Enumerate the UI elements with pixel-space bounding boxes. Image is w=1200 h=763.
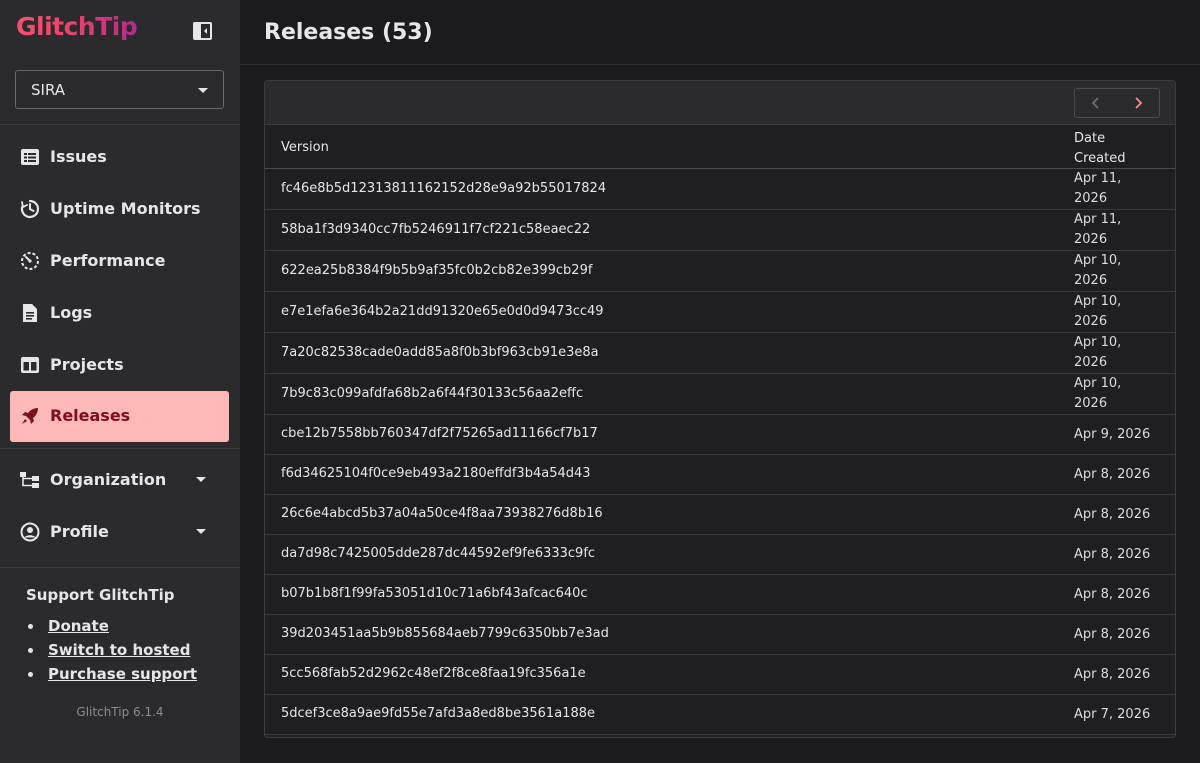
table-row[interactable]: 26c6e4abcd5b37a04a50ce4f8aa73938276d8b16… — [265, 495, 1175, 535]
release-version-link[interactable]: 58ba1f3d9340cc7fb5246911f7cf221c58eaec22 — [281, 222, 590, 237]
release-date: Apr 11, 2026 — [1074, 171, 1122, 206]
support-heading: Support GlitchTip — [26, 586, 175, 604]
sidebar-item-label: Profile — [50, 522, 109, 541]
sidebar-item-profile[interactable]: Profile — [10, 507, 229, 557]
header-divider — [240, 64, 1200, 65]
table-row[interactable]: e7e1efa6e364b2a21dd91320e65e0d0d9473cc49… — [265, 292, 1175, 333]
column-header-version[interactable]: Version — [281, 140, 329, 155]
chevron-down-icon — [198, 88, 208, 93]
table-toolbar — [265, 81, 1175, 125]
release-date: Apr 8, 2026 — [1074, 467, 1151, 482]
release-date: Apr 7, 2026 — [1074, 707, 1151, 722]
sidebar-item-releases[interactable]: Releases — [10, 391, 229, 442]
sidebar-item-organization[interactable]: Organization — [10, 455, 229, 505]
table-row[interactable]: 7a20c82538cade0add85a8f0b3bf963cb91e3e8a… — [265, 333, 1175, 374]
table-row[interactable]: 5cc568fab52d2962c48ef2f8ce8faa19fc356a1e… — [265, 655, 1175, 695]
release-date: Apr 10, 2026 — [1074, 294, 1122, 329]
column-header-date-created[interactable]: Date Created — [1074, 129, 1154, 169]
table-row[interactable]: da7d98c7425005dde287dc44592ef9fe6333c9fc… — [265, 535, 1175, 575]
chevron-down-icon — [196, 477, 206, 482]
release-version-link[interactable]: 5cc568fab52d2962c48ef2f8ce8faa19fc356a1e — [281, 666, 586, 681]
sidebar-item-projects[interactable]: Projects — [10, 340, 229, 390]
table-row[interactable]: cbe12b7558bb760347df2f75265ad11166cf7b17… — [265, 415, 1175, 455]
table-header: Version Date Created — [265, 125, 1175, 169]
release-date: Apr 8, 2026 — [1074, 667, 1151, 682]
table-row[interactable]: fc46e8b5d12313811162152d28e9a92b55017824… — [265, 169, 1175, 210]
pagination — [1074, 88, 1160, 118]
next-page-button[interactable] — [1117, 89, 1159, 117]
release-date: Apr 8, 2026 — [1074, 627, 1151, 642]
table-body: fc46e8b5d12313811162152d28e9a92b55017824… — [265, 169, 1175, 735]
release-version-link[interactable]: 5dcef3ce8a9ae9fd55e7afd3a8ed8be3561a188e — [281, 706, 595, 721]
sidebar-item-performance[interactable]: Performance — [10, 236, 229, 286]
support-list-item: Donate — [26, 617, 226, 641]
app-version: GlitchTip 6.1.4 — [76, 705, 164, 719]
release-version-link[interactable]: 26c6e4abcd5b37a04a50ce4f8aa73938276d8b16 — [281, 506, 603, 521]
release-date: Apr 8, 2026 — [1074, 547, 1151, 562]
sidebar-item-label: Uptime Monitors — [50, 199, 201, 218]
list-icon — [21, 149, 39, 165]
release-date: Apr 10, 2026 — [1074, 253, 1122, 288]
table-row[interactable]: f6d34625104f0ce9eb493a2180effdf3b4a54d43… — [265, 455, 1175, 495]
sidebar-divider — [0, 567, 240, 568]
release-date: Apr 11, 2026 — [1074, 212, 1122, 247]
table-row[interactable]: b07b1b8f1f99fa53051d10c71a6bf43afcac640c… — [265, 575, 1175, 615]
previous-page-button[interactable] — [1075, 89, 1117, 117]
rocket-icon — [22, 408, 38, 424]
sidebar-item-label: Releases — [50, 406, 131, 425]
sidebar: GlitchTip SIRA Issues Uptime Monitors Pe… — [0, 0, 240, 763]
page-title: Releases (53) — [264, 20, 433, 45]
release-date: Apr 8, 2026 — [1074, 507, 1151, 522]
organization-select-value: SIRA — [31, 81, 66, 99]
sidebar-item-label: Logs — [50, 303, 93, 322]
performance-icon — [21, 252, 39, 270]
release-version-link[interactable]: 7a20c82538cade0add85a8f0b3bf963cb91e3e8a — [281, 345, 599, 360]
glitchtip-logo[interactable]: GlitchTip — [16, 12, 138, 41]
release-version-link[interactable]: da7d98c7425005dde287dc44592ef9fe6333c9fc — [281, 546, 595, 561]
sidebar-item-uptime-monitors[interactable]: Uptime Monitors — [10, 184, 229, 234]
release-version-link[interactable]: e7e1efa6e364b2a21dd91320e65e0d0d9473cc49 — [281, 304, 604, 319]
sidebar-item-label: Projects — [50, 355, 124, 374]
purchase-support-link[interactable]: Purchase support — [48, 665, 197, 683]
release-version-link[interactable]: 7b9c83c099afdfa68b2a6f44f30133c56aa2effc — [281, 386, 583, 401]
projects-icon — [21, 357, 39, 373]
collapse-sidebar-icon[interactable] — [193, 22, 212, 40]
organization-select[interactable]: SIRA — [15, 70, 224, 109]
release-version-link[interactable]: 39d203451aa5b9b855684aeb7799c6350bb7e3ad — [281, 626, 609, 641]
user-circle-icon — [20, 522, 40, 542]
release-date: Apr 10, 2026 — [1074, 376, 1122, 411]
release-version-link[interactable]: fc46e8b5d12313811162152d28e9a92b55017824 — [281, 181, 606, 196]
chevron-left-icon — [1091, 97, 1099, 109]
release-date: Apr 10, 2026 — [1074, 335, 1122, 370]
release-version-link[interactable]: f6d34625104f0ce9eb493a2180effdf3b4a54d43 — [281, 466, 591, 481]
release-date: Apr 9, 2026 — [1074, 427, 1151, 442]
sidebar-divider — [0, 124, 240, 125]
support-list-item: Switch to hosted — [26, 641, 226, 665]
uptime-icon — [20, 199, 40, 219]
table-row[interactable]: 5dcef3ce8a9ae9fd55e7afd3a8ed8be3561a188e… — [265, 695, 1175, 735]
switch-to-hosted-link[interactable]: Switch to hosted — [48, 641, 190, 659]
org-tree-icon — [20, 472, 39, 488]
donate-link[interactable]: Donate — [48, 617, 109, 635]
table-row[interactable]: 7b9c83c099afdfa68b2a6f44f30133c56aa2effc… — [265, 374, 1175, 415]
sidebar-divider — [0, 448, 240, 449]
sidebar-item-issues[interactable]: Issues — [10, 132, 229, 182]
sidebar-item-label: Organization — [50, 470, 167, 489]
release-version-link[interactable]: b07b1b8f1f99fa53051d10c71a6bf43afcac640c — [281, 586, 588, 601]
sidebar-item-label: Performance — [50, 251, 166, 270]
document-icon — [23, 304, 37, 322]
release-date: Apr 8, 2026 — [1074, 587, 1151, 602]
sidebar-item-logs[interactable]: Logs — [10, 288, 229, 338]
table-row[interactable]: 58ba1f3d9340cc7fb5246911f7cf221c58eaec22… — [265, 210, 1175, 251]
release-version-link[interactable]: 622ea25b8384f9b5b9af35fc0b2cb82e399cb29f — [281, 263, 592, 278]
support-section: Support GlitchTip Donate Switch to hoste… — [26, 586, 226, 689]
support-list-item: Purchase support — [26, 665, 226, 689]
chevron-right-icon — [1135, 97, 1143, 109]
releases-table: Version Date Created fc46e8b5d1231381116… — [264, 80, 1176, 738]
chevron-down-icon — [196, 529, 206, 534]
table-row[interactable]: 622ea25b8384f9b5b9af35fc0b2cb82e399cb29f… — [265, 251, 1175, 292]
sidebar-item-label: Issues — [50, 147, 107, 166]
table-row[interactable]: 39d203451aa5b9b855684aeb7799c6350bb7e3ad… — [265, 615, 1175, 655]
release-version-link[interactable]: cbe12b7558bb760347df2f75265ad11166cf7b17 — [281, 426, 598, 441]
